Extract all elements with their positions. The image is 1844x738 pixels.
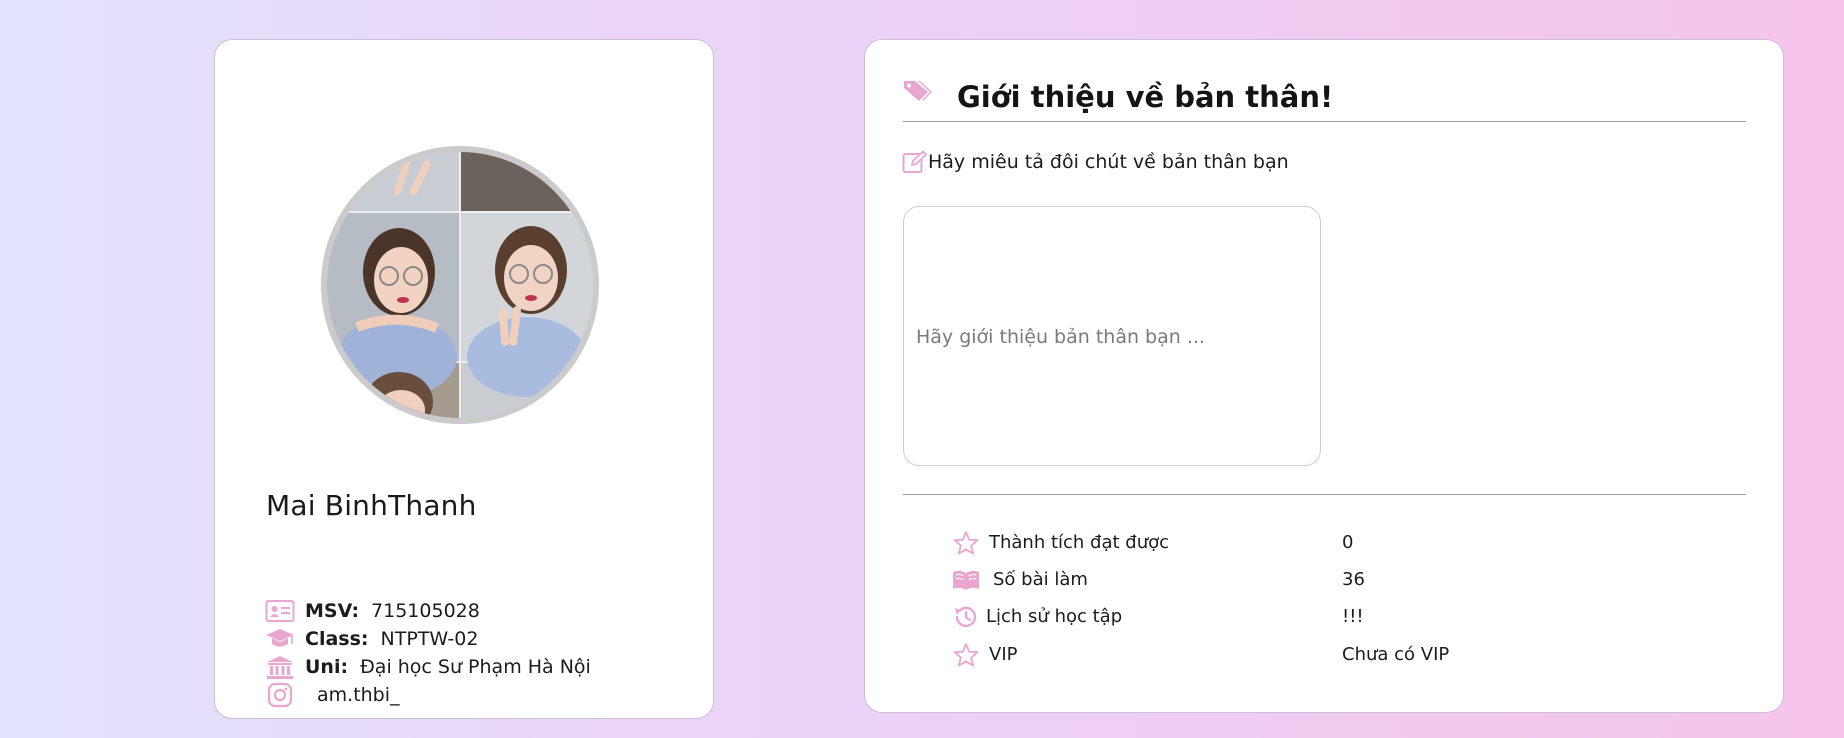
intro-prompt: Hãy miêu tả đôi chút về bản thân bạn (928, 151, 1289, 173)
info-label-msv: MSV: (305, 600, 360, 622)
stat-value-achievements: 0 (1342, 532, 1354, 553)
graduation-cap-icon (265, 626, 295, 652)
info-label-uni: Uni: (305, 656, 349, 678)
tag-icon (904, 81, 932, 101)
intro-title: Giới thiệu về bản thân! (957, 80, 1334, 114)
stat-label-exercises: Số bài làm (993, 569, 1088, 590)
stat-row-exercises: Số bài làm 36 (952, 566, 1552, 596)
stat-row-vip: VIP Chưa có VIP (952, 641, 1552, 671)
history-icon (952, 604, 980, 630)
star-icon (952, 642, 980, 668)
info-value-class: NTPTW-02 (380, 628, 479, 650)
id-card-icon (265, 598, 295, 624)
stat-label-history[interactable]: Lịch sử học tập (986, 606, 1122, 627)
info-row-msv: MSV: 715105028 (265, 597, 480, 625)
info-value-uni: Đại học Sư Phạm Hà Nội (360, 656, 591, 678)
book-icon (952, 567, 980, 593)
stat-label-vip: VIP (989, 644, 1018, 665)
instagram-handle[interactable]: am.thbi_ (317, 684, 400, 706)
info-row-instagram[interactable]: am.thbi_ (265, 681, 400, 709)
stat-row-achievements: Thành tích đạt được 0 (952, 529, 1552, 559)
profile-name: Mai BinhThanh (266, 489, 477, 522)
info-row-uni: Uni: Đại học Sư Phạm Hà Nội (265, 653, 591, 681)
stat-row-history[interactable]: Lịch sử học tập !!! (952, 603, 1552, 633)
stats-divider (903, 494, 1746, 495)
info-row-class: Class: NTPTW-02 (265, 625, 478, 653)
info-value-msv: 715105028 (371, 600, 480, 622)
stat-value-history: !!! (1342, 606, 1364, 627)
avatar[interactable] (321, 146, 599, 424)
info-label-class: Class: (305, 628, 369, 650)
university-icon (265, 654, 295, 680)
stat-value-vip: Chưa có VIP (1342, 644, 1450, 665)
title-divider (903, 121, 1746, 122)
profile-card: Mai BinhThanh MSV: 715105028 Class: NTPT… (214, 39, 714, 719)
stat-value-exercises: 36 (1342, 569, 1365, 590)
edit-icon (902, 150, 928, 173)
stat-label-achievements: Thành tích đạt được (989, 532, 1170, 553)
intro-textarea[interactable] (903, 206, 1321, 466)
star-icon (952, 530, 980, 556)
instagram-icon (265, 682, 295, 708)
avatar-photo (327, 152, 593, 418)
intro-card: Giới thiệu về bản thân! Hãy miêu tả đôi … (864, 39, 1784, 713)
